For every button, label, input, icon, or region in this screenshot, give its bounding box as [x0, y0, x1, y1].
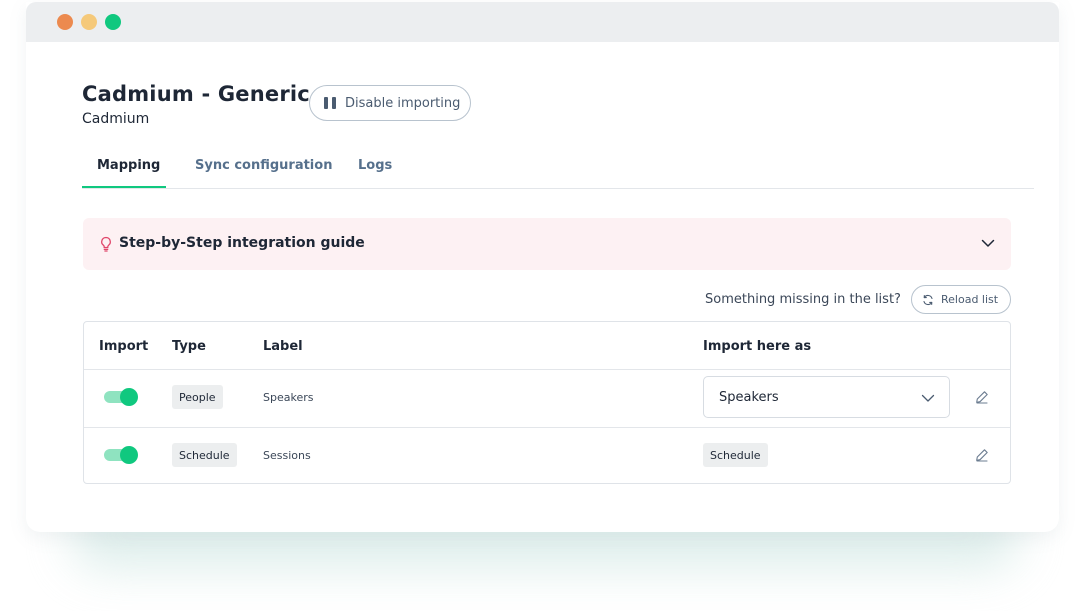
- tab-bar: Mapping Sync configuration Logs: [82, 152, 1034, 189]
- chevron-down-icon: [921, 394, 935, 402]
- column-header-import-here-as: Import here as: [703, 339, 812, 354]
- page-title: Cadmium - Generic: [82, 82, 310, 106]
- tab-mapping[interactable]: Mapping: [97, 158, 160, 173]
- import-toggle[interactable]: [102, 388, 138, 406]
- app-window: Cadmium - Generic Cadmium Disable import…: [26, 2, 1059, 532]
- disable-importing-button[interactable]: Disable importing: [309, 85, 471, 121]
- pencil-icon[interactable]: [975, 390, 989, 404]
- tab-logs[interactable]: Logs: [358, 158, 392, 173]
- active-tab-indicator: [82, 186, 166, 188]
- import-as-select-value: Speakers: [719, 390, 779, 405]
- row-label: Speakers: [263, 391, 314, 404]
- toggle-knob: [120, 446, 138, 464]
- column-header-label: Label: [263, 339, 303, 354]
- type-chip: Schedule: [172, 443, 237, 467]
- pause-icon: [324, 97, 336, 109]
- row-divider: [84, 369, 1010, 370]
- import-as-chip: Schedule: [703, 443, 768, 467]
- reload-list-button[interactable]: Reload list: [911, 285, 1011, 314]
- close-window-dot[interactable]: [57, 14, 73, 30]
- integration-guide-accordion[interactable]: Step-by-Step integration guide: [83, 218, 1011, 270]
- disable-importing-label: Disable importing: [345, 95, 461, 111]
- lightbulb-icon: [101, 236, 111, 252]
- import-toggle[interactable]: [102, 446, 138, 464]
- row-divider: [84, 427, 1010, 428]
- pencil-icon[interactable]: [975, 448, 989, 462]
- window-titlebar: [26, 2, 1059, 42]
- maximize-window-dot[interactable]: [105, 14, 121, 30]
- mapping-table: Import Type Label Import here as People …: [83, 321, 1011, 484]
- column-header-type: Type: [172, 339, 206, 354]
- missing-items-text: Something missing in the list?: [705, 292, 901, 307]
- toggle-knob: [120, 388, 138, 406]
- page-subtitle: Cadmium: [82, 111, 150, 127]
- column-header-import: Import: [99, 339, 149, 354]
- type-chip: People: [172, 385, 223, 409]
- reload-list-label: Reload list: [941, 293, 999, 306]
- tab-sync-configuration[interactable]: Sync configuration: [195, 158, 332, 173]
- row-label: Sessions: [263, 449, 311, 462]
- minimize-window-dot[interactable]: [81, 14, 97, 30]
- refresh-icon: [923, 294, 933, 305]
- guide-title: Step-by-Step integration guide: [119, 235, 365, 251]
- chevron-down-icon[interactable]: [981, 238, 995, 248]
- import-as-select[interactable]: Speakers: [703, 376, 950, 418]
